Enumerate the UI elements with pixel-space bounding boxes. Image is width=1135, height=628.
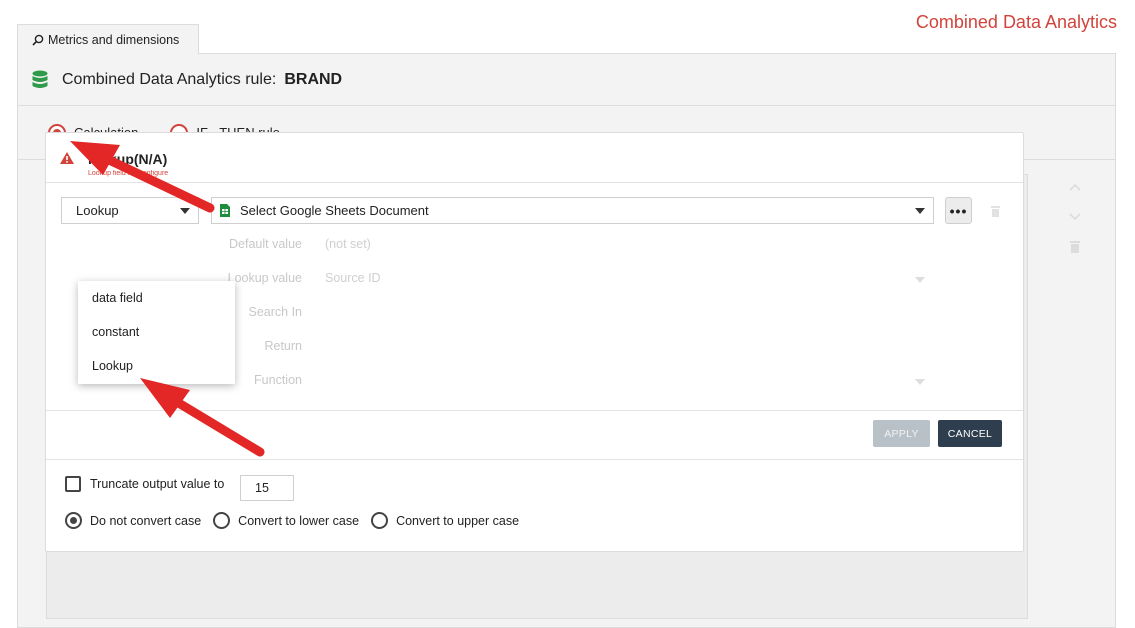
- truncate-label: Truncate output value to: [90, 477, 225, 491]
- card-title: lookup(N/A): [88, 151, 168, 167]
- cancel-button[interactable]: CANCEL: [938, 420, 1002, 447]
- warning-icon: [60, 152, 74, 164]
- default-value-field[interactable]: (not set): [325, 237, 371, 251]
- dropdown-option-lookup[interactable]: Lookup: [78, 349, 235, 383]
- truncate-length-input[interactable]: 15: [240, 475, 294, 501]
- move-up-icon[interactable]: [1068, 182, 1082, 192]
- truncate-checkbox[interactable]: [65, 476, 81, 492]
- chevron-down-icon: [180, 208, 190, 214]
- card-error: Lookup field not configured: [88, 170, 168, 177]
- truncate-row: Truncate output value to: [65, 476, 224, 492]
- case-lower-label: Convert to lower case: [238, 513, 360, 528]
- tab-label: Metrics and dimensions: [48, 32, 180, 47]
- chevron-down-icon: [915, 379, 925, 385]
- type-select[interactable]: Lookup: [61, 197, 199, 224]
- chevron-down-icon: [915, 277, 925, 283]
- case-options: Do not convert case Convert to lower cas…: [65, 512, 531, 529]
- type-select-value: Lookup: [76, 203, 119, 218]
- lookup-value-field[interactable]: Source ID: [325, 271, 381, 285]
- trash-icon[interactable]: [1070, 240, 1080, 253]
- tab-metrics-dimensions[interactable]: Metrics and dimensions: [17, 24, 199, 54]
- search-icon: [32, 34, 44, 46]
- divider: [46, 410, 1023, 411]
- dropdown-option-data-field[interactable]: data field: [78, 281, 235, 315]
- move-down-icon[interactable]: [1068, 212, 1082, 222]
- case-no-convert[interactable]: Do not convert case: [65, 512, 201, 529]
- divider: [46, 459, 1023, 460]
- database-icon: [32, 70, 48, 88]
- chevron-down-icon: [915, 208, 925, 214]
- radio-upper-case[interactable]: [371, 512, 389, 529]
- rule-value: BRAND: [284, 70, 343, 88]
- sheets-document-value: Select Google Sheets Document: [240, 203, 429, 218]
- dropdown-option-constant[interactable]: constant: [78, 315, 235, 349]
- case-upper-label: Convert to upper case: [396, 513, 520, 528]
- radio-lower-case[interactable]: [213, 512, 231, 529]
- more-options-button[interactable]: •••: [945, 197, 972, 224]
- trash-icon[interactable]: [991, 205, 1000, 217]
- google-sheets-icon: [220, 204, 230, 217]
- radio-no-convert[interactable]: [65, 512, 82, 529]
- rule-header: Combined Data Analytics rule: BRAND: [18, 54, 1115, 106]
- card-header: lookup(N/A) Lookup field not configured: [46, 133, 1023, 183]
- case-lower[interactable]: Convert to lower case: [213, 512, 359, 529]
- case-upper[interactable]: Convert to upper case: [371, 512, 519, 529]
- sheets-document-select[interactable]: Select Google Sheets Document: [211, 197, 934, 224]
- rule-label: Combined Data Analytics rule:: [62, 70, 277, 88]
- apply-button[interactable]: APPLY: [873, 420, 930, 447]
- type-dropdown-menu: data field constant Lookup: [78, 281, 235, 384]
- app-title: Combined Data Analytics: [915, 12, 1117, 32]
- case-no-convert-label: Do not convert case: [90, 513, 202, 528]
- default-value-label: Default value: [229, 237, 302, 251]
